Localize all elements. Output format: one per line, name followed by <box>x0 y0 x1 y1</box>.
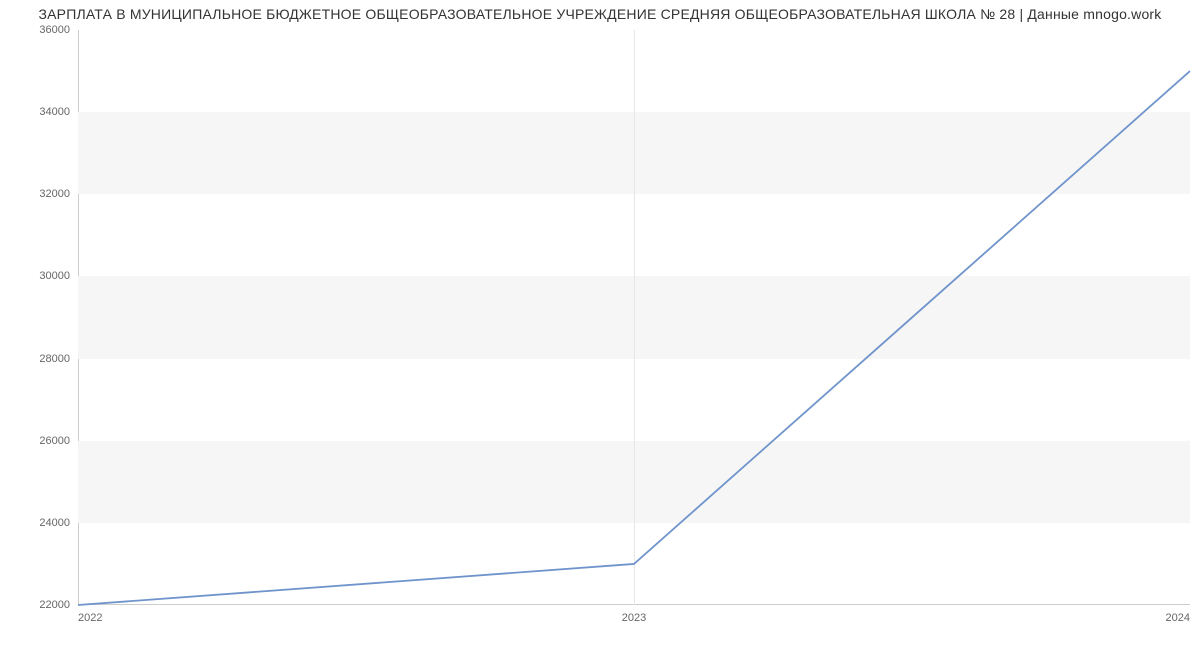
y-tick-label: 30000 <box>10 270 70 282</box>
chart-svg <box>78 30 1190 605</box>
y-tick-label: 32000 <box>10 188 70 200</box>
y-tick-label: 36000 <box>10 24 70 36</box>
line-series <box>78 71 1190 605</box>
plot-area <box>78 30 1190 605</box>
y-tick-label: 24000 <box>10 517 70 529</box>
chart-title: ЗАРПЛАТА В МУНИЦИПАЛЬНОЕ БЮДЖЕТНОЕ ОБЩЕО… <box>0 6 1200 22</box>
y-tick-label: 26000 <box>10 435 70 447</box>
y-tick-label: 28000 <box>10 353 70 365</box>
x-tick-label: 2022 <box>78 612 102 624</box>
y-tick-label: 22000 <box>10 599 70 611</box>
x-tick-label: 2023 <box>622 612 646 624</box>
x-tick-label: 2024 <box>1166 612 1190 624</box>
y-tick-label: 34000 <box>10 106 70 118</box>
chart-container: ЗАРПЛАТА В МУНИЦИПАЛЬНОЕ БЮДЖЕТНОЕ ОБЩЕО… <box>0 0 1200 650</box>
